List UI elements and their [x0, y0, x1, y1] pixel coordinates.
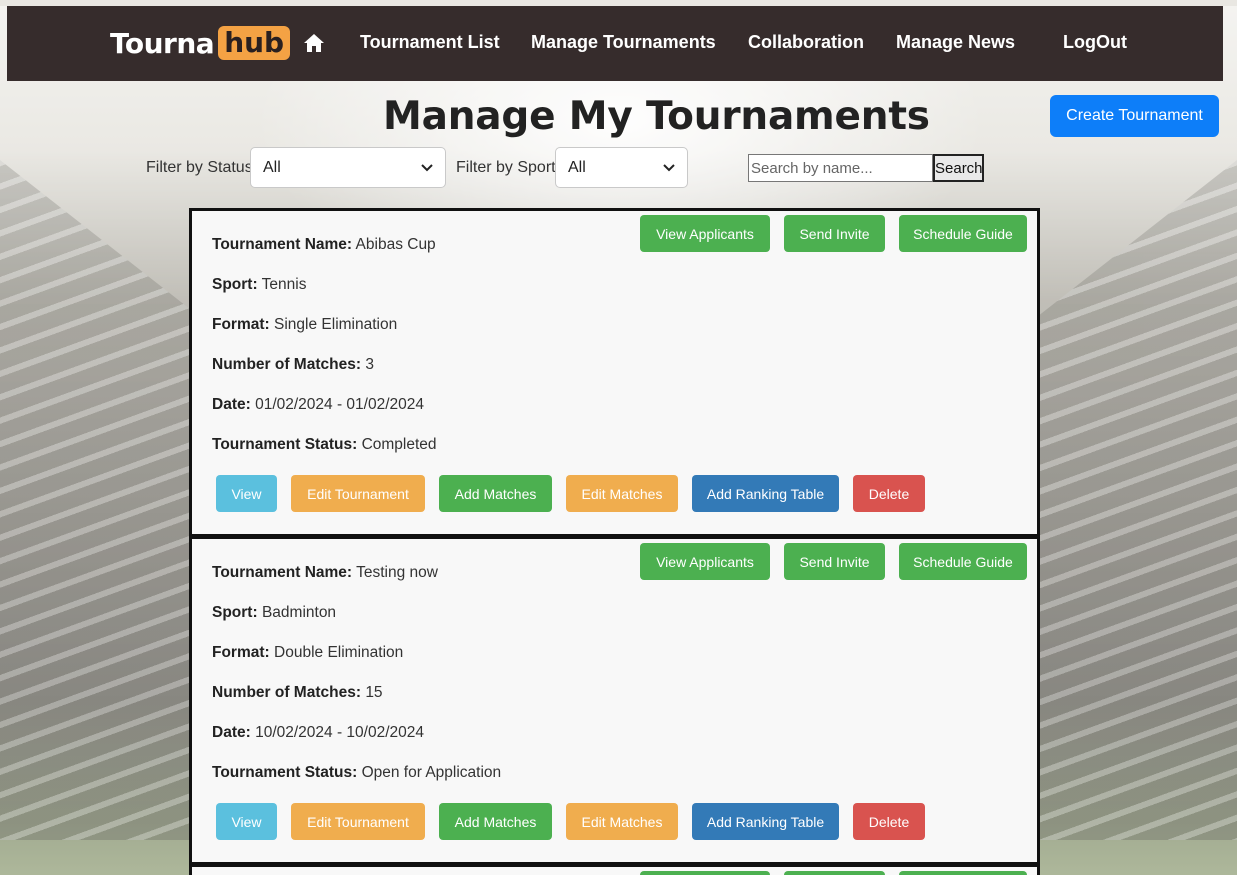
search-button[interactable]: Search	[933, 154, 984, 182]
nav-manage-news[interactable]: Manage News	[896, 32, 1015, 53]
edit-tournament-button[interactable]: Edit Tournament	[291, 803, 425, 840]
date-field: Date: 01/02/2024 - 01/02/2024	[212, 396, 424, 414]
date-field: Date: 10/02/2024 - 10/02/2024	[212, 724, 424, 742]
field-label: Date:	[212, 396, 251, 413]
format-value: Single Elimination	[274, 316, 398, 333]
add-ranking-table-button[interactable]: Add Ranking Table	[692, 803, 839, 840]
view-applicants-button[interactable]	[640, 871, 770, 875]
add-matches-button[interactable]: Add Matches	[439, 803, 552, 840]
field-label: Tournament Status:	[212, 764, 358, 781]
chevron-down-icon	[421, 163, 433, 171]
sport-filter-select[interactable]: All	[555, 147, 688, 188]
field-label: Sport:	[212, 276, 258, 293]
matches-field: Number of Matches: 15	[212, 684, 383, 702]
matches-field: Number of Matches: 3	[212, 356, 374, 374]
navbar: Tourna hub Tournament List Manage Tourna…	[7, 6, 1223, 81]
add-matches-button[interactable]: Add Matches	[439, 475, 552, 512]
sport-value: Tennis	[261, 276, 307, 293]
delete-button[interactable]: Delete	[853, 803, 925, 840]
sport-filter-label: Filter by Sport	[456, 159, 556, 176]
create-tournament-button[interactable]: Create Tournament	[1050, 95, 1219, 137]
field-label: Date:	[212, 724, 251, 741]
format-field: Format: Double Elimination	[212, 644, 403, 662]
field-label: Tournament Status:	[212, 436, 358, 453]
sport-filter-value: All	[568, 158, 586, 176]
status-field: Tournament Status: Completed	[212, 436, 437, 454]
view-applicants-button[interactable]: View Applicants	[640, 543, 770, 580]
field-label: Tournament Name:	[212, 564, 353, 581]
tournament-card	[189, 864, 1040, 875]
format-value: Double Elimination	[274, 644, 404, 661]
schedule-guide-button[interactable]: Schedule Guide	[899, 215, 1027, 252]
nav-manage-tournaments[interactable]: Manage Tournaments	[531, 32, 716, 53]
matches-value: 15	[365, 684, 383, 701]
field-label: Format:	[212, 644, 270, 661]
status-filter-select[interactable]: All	[250, 147, 446, 188]
chevron-down-icon	[663, 163, 675, 171]
nav-logout[interactable]: LogOut	[1063, 32, 1127, 53]
matches-value: 3	[365, 356, 374, 373]
add-ranking-table-button[interactable]: Add Ranking Table	[692, 475, 839, 512]
field-label: Number of Matches:	[212, 356, 361, 373]
send-invite-button[interactable]: Send Invite	[784, 215, 885, 252]
view-button[interactable]: View	[216, 475, 277, 512]
field-label: Sport:	[212, 604, 258, 621]
home-icon[interactable]	[303, 33, 325, 53]
tournament-name: Abibas Cup	[355, 236, 436, 253]
edit-matches-button[interactable]: Edit Matches	[566, 475, 678, 512]
delete-button[interactable]: Delete	[853, 475, 925, 512]
status-value: Completed	[361, 436, 437, 453]
date-value: 10/02/2024 - 10/02/2024	[255, 724, 425, 741]
brand-name: Tourna	[110, 26, 215, 60]
search-input[interactable]	[748, 154, 933, 182]
status-value: Open for Application	[361, 764, 502, 781]
sport-field: Sport: Tennis	[212, 276, 306, 294]
view-applicants-button[interactable]: View Applicants	[640, 215, 770, 252]
nav-tournament-list[interactable]: Tournament List	[360, 32, 500, 53]
edit-tournament-button[interactable]: Edit Tournament	[291, 475, 425, 512]
format-field: Format: Single Elimination	[212, 316, 397, 334]
view-button[interactable]: View	[216, 803, 277, 840]
tournament-name-field: Tournament Name: Testing now	[212, 564, 438, 582]
page-title: Manage My Tournaments	[383, 94, 930, 139]
date-value: 01/02/2024 - 01/02/2024	[255, 396, 425, 413]
tournament-card: View Applicants Send Invite Schedule Gui…	[189, 208, 1040, 537]
status-filter-label: Filter by Status	[146, 159, 253, 176]
send-invite-button[interactable]: Send Invite	[784, 543, 885, 580]
edit-matches-button[interactable]: Edit Matches	[566, 803, 678, 840]
field-label: Tournament Name:	[212, 236, 353, 253]
sport-value: Badminton	[261, 604, 337, 621]
brand-accent: hub	[218, 26, 291, 60]
brand-logo[interactable]: Tourna hub	[110, 25, 291, 61]
sport-field: Sport: Badminton	[212, 604, 336, 622]
tournament-card: View Applicants Send Invite Schedule Gui…	[189, 536, 1040, 865]
field-label: Format:	[212, 316, 270, 333]
tournament-name-field: Tournament Name: Abibas Cup	[212, 236, 436, 254]
nav-collaboration[interactable]: Collaboration	[748, 32, 864, 53]
send-invite-button[interactable]	[784, 871, 885, 875]
schedule-guide-button[interactable]: Schedule Guide	[899, 543, 1027, 580]
schedule-guide-button[interactable]	[899, 871, 1027, 875]
status-field: Tournament Status: Open for Application	[212, 764, 501, 782]
tournament-name: Testing now	[356, 564, 438, 581]
status-filter-value: All	[263, 158, 281, 176]
field-label: Number of Matches:	[212, 684, 361, 701]
